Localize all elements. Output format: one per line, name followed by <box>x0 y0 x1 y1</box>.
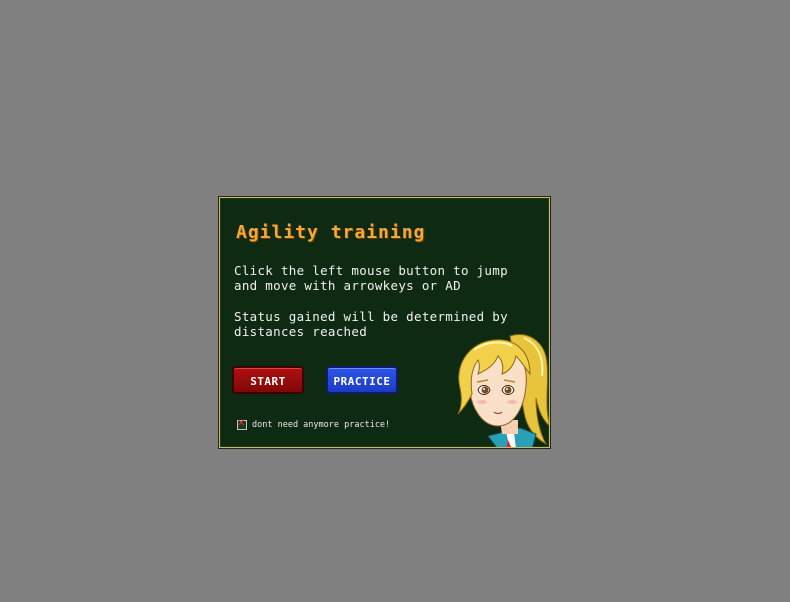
practice-button[interactable]: PRACTICE <box>326 366 398 394</box>
instructions-line-1: Click the left mouse button to jump <box>234 263 508 278</box>
no-practice-label[interactable]: dont need anymore practice! <box>252 420 390 430</box>
status-text-line-2: distances reached <box>234 324 368 339</box>
dialog-title: Agility training <box>236 222 426 243</box>
no-practice-option[interactable]: ✕ dont need anymore practice! <box>237 418 390 431</box>
game-stage: Agility training Click the left mouse bu… <box>0 0 790 602</box>
no-practice-checkbox[interactable]: ✕ <box>237 418 247 430</box>
checkbox-x-icon: ✕ <box>237 418 246 429</box>
agility-training-dialog: Agility training Click the left mouse bu… <box>219 197 550 448</box>
status-text-line-1: Status gained will be determined by <box>234 309 508 324</box>
character-portrait-icon <box>457 334 549 447</box>
instructions-line-2: and move with arrowkeys or AD <box>234 278 461 293</box>
start-button[interactable]: START <box>232 366 304 394</box>
